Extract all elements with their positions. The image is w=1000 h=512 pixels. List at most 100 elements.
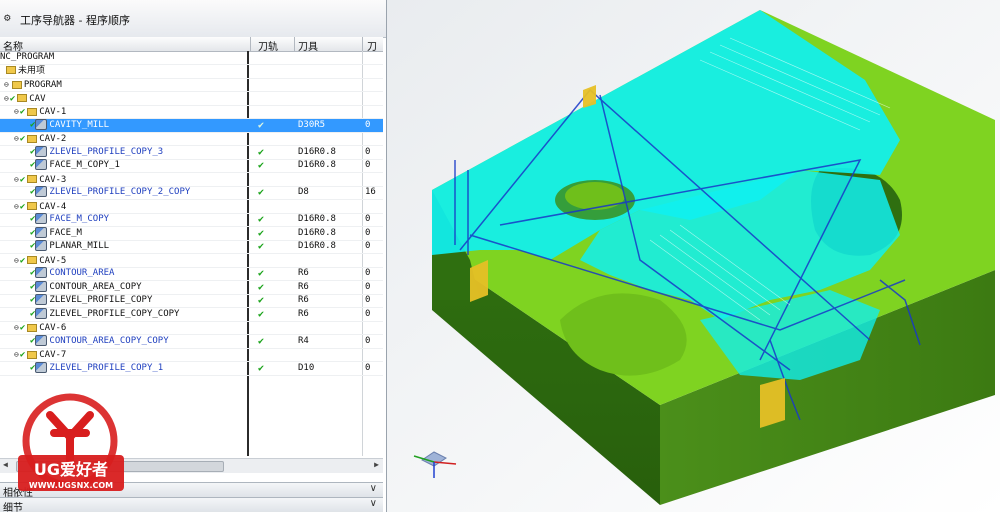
operation-icon <box>35 213 48 224</box>
collapse-toggle-icon[interactable]: ⊖ <box>14 202 19 211</box>
operation-row[interactable]: ✔ ZLEVEL_PROFILE_COPY_2_COPY ✔ D8 16 <box>0 186 383 200</box>
group-row[interactable]: ⊖ PROGRAM <box>0 78 383 92</box>
path-cell: 0 <box>365 160 371 170</box>
group-row[interactable]: ⊖✔ CAV-7 <box>0 348 383 362</box>
operation-row[interactable]: ✔ FACE_M ✔ D16R0.8 0 <box>0 226 383 241</box>
folder-icon <box>6 66 16 74</box>
watermark-brand: UG爱好者 <box>34 460 108 479</box>
row-label: CONTOUR_AREA <box>49 268 115 278</box>
row-label: CAV-4 <box>39 201 67 212</box>
navigator-title: 工序导航器 - 程序顺序 <box>20 14 130 27</box>
tool-cell: D16R0.8 <box>298 214 336 224</box>
tool-cell: R6 <box>298 268 309 278</box>
operation-row[interactable]: ✔ CONTOUR_AREA_COPY_COPY ✔ R4 0 <box>0 334 383 349</box>
chevron-down-icon[interactable]: ∨ <box>370 483 377 494</box>
row-label: CONTOUR_AREA_COPY_COPY <box>49 335 169 346</box>
row-label: FACE_M_COPY_1 <box>49 160 120 170</box>
group-row[interactable]: ⊖✔ CAV-2 <box>0 132 383 146</box>
folder-icon <box>27 202 38 210</box>
status-check-icon: ✔ <box>19 323 26 333</box>
row-label: CONTOUR_AREA_COPY <box>49 281 142 292</box>
graphics-viewport[interactable] <box>387 0 1000 512</box>
operation-icon <box>35 307 48 319</box>
ugsnx-watermark-logo: UG爱好者 WWW.UGSNX.COM <box>18 393 124 491</box>
collapse-toggle-icon[interactable]: ⊖ <box>14 323 19 332</box>
path-cell: 0 <box>365 241 371 251</box>
toolpath-status-icon: ✔ <box>258 295 265 306</box>
tool-cell: R6 <box>298 281 309 292</box>
group-row[interactable]: ⊖✔ CAV-4 <box>0 200 383 214</box>
operation-row[interactable]: ✔ FACE_M_COPY_1 ✔ D16R0.8 0 <box>0 159 383 173</box>
row-label: CAV-3 <box>39 174 67 185</box>
folder-icon <box>27 256 38 264</box>
toolpath-status-icon: ✔ <box>258 241 265 252</box>
scroll-left-icon[interactable]: ◀ <box>3 460 8 469</box>
path-cell: 0 <box>365 362 371 373</box>
group-row[interactable]: ⊖✔ CAV-6 <box>0 321 383 335</box>
toolpath-status-icon: ✔ <box>258 227 265 239</box>
operation-icon <box>35 226 48 238</box>
collapse-toggle-icon[interactable]: ⊖ <box>14 107 19 116</box>
operation-icon <box>35 240 48 251</box>
path-cell: 0 <box>365 146 371 157</box>
row-label: CAVITY_MILL <box>49 119 110 130</box>
path-cell: 16 <box>365 187 376 197</box>
row-label: CAV-1 <box>39 107 67 117</box>
toolpath-status-icon: ✔ <box>258 268 265 279</box>
collapse-toggle-icon[interactable]: ⊖ <box>14 134 19 143</box>
toolpath-status-icon: ✔ <box>258 308 265 320</box>
operation-icon <box>35 145 48 157</box>
path-cell: 0 <box>365 295 371 305</box>
operation-row[interactable]: ✔ CONTOUR_AREA ✔ R6 0 <box>0 267 383 281</box>
tool-cell: D16R0.8 <box>298 146 336 157</box>
path-cell: 0 <box>365 281 371 292</box>
status-check-icon: ✔ <box>19 201 26 212</box>
program-icon <box>11 80 22 89</box>
operation-icon <box>35 186 48 197</box>
collapse-toggle-icon[interactable]: ⊖ <box>4 94 9 103</box>
row-label: ZLEVEL_PROFILE_COPY_COPY <box>49 308 180 319</box>
group-row[interactable]: ⊖✔ CAV-3 <box>0 173 383 187</box>
toolpath-status-icon: ✔ <box>258 335 265 347</box>
operation-icon <box>35 118 48 130</box>
operation-row[interactable]: ✔ ZLEVEL_PROFILE_COPY_1 ✔ D10 0 <box>0 361 383 376</box>
folder-icon <box>27 323 38 332</box>
operation-row[interactable]: ✔ ZLEVEL_PROFILE_COPY_COPY ✔ R6 0 <box>0 307 383 322</box>
group-row[interactable]: 未用项 <box>0 65 383 79</box>
row-label: ZLEVEL_PROFILE_COPY_3 <box>49 146 164 157</box>
row-label: NC_PROGRAM <box>0 52 55 62</box>
toolpath-status-icon: ✔ <box>258 146 265 158</box>
group-row[interactable]: ⊖✔ CAV <box>0 92 383 106</box>
collapse-toggle-icon[interactable]: ⊖ <box>4 80 9 89</box>
operation-row[interactable]: ✔ ZLEVEL_PROFILE_COPY ✔ R6 0 <box>0 294 383 308</box>
operation-row[interactable]: ✔ FACE_M_COPY ✔ D16R0.8 0 <box>0 213 383 227</box>
path-cell: 0 <box>365 268 371 278</box>
collapse-toggle-icon[interactable]: ⊖ <box>14 256 19 265</box>
operation-row[interactable]: ✔ PLANAR_MILL ✔ D16R0.8 0 <box>0 240 383 254</box>
chevron-down-icon[interactable]: ∨ <box>370 498 377 509</box>
group-row[interactable]: ⊖✔ CAV-1 <box>0 105 383 119</box>
watermark-url: WWW.UGSNX.COM <box>29 481 113 490</box>
scroll-right-icon[interactable]: ▶ <box>374 460 379 469</box>
group-row[interactable]: ⊖✔ CAV-5 <box>0 254 383 268</box>
operation-row[interactable]: ✔ CAVITY_MILL ✔ D30R5 0 <box>0 118 383 133</box>
path-cell: 0 <box>365 335 371 346</box>
tool-cell: R6 <box>298 308 309 319</box>
operation-icon <box>35 294 48 305</box>
operation-icon <box>35 267 48 278</box>
folder-icon <box>17 94 28 102</box>
group-row[interactable]: NC_PROGRAM <box>0 51 383 65</box>
operation-icon <box>35 280 48 292</box>
status-check-icon: ✔ <box>19 255 26 266</box>
toolpath-status-icon: ✔ <box>258 214 265 225</box>
path-cell: 0 <box>365 227 371 238</box>
status-check-icon: ✔ <box>19 350 26 360</box>
collapse-toggle-icon[interactable]: ⊖ <box>14 175 19 184</box>
folder-icon <box>27 175 38 183</box>
tool-cell: D16R0.8 <box>298 160 336 170</box>
operation-row[interactable]: ✔ ZLEVEL_PROFILE_COPY_3 ✔ D16R0.8 0 <box>0 145 383 160</box>
row-label: CAV-5 <box>39 255 67 266</box>
operation-icon <box>35 334 48 346</box>
operation-row[interactable]: ✔ CONTOUR_AREA_COPY ✔ R6 0 <box>0 280 383 295</box>
collapse-toggle-icon[interactable]: ⊖ <box>14 350 19 359</box>
